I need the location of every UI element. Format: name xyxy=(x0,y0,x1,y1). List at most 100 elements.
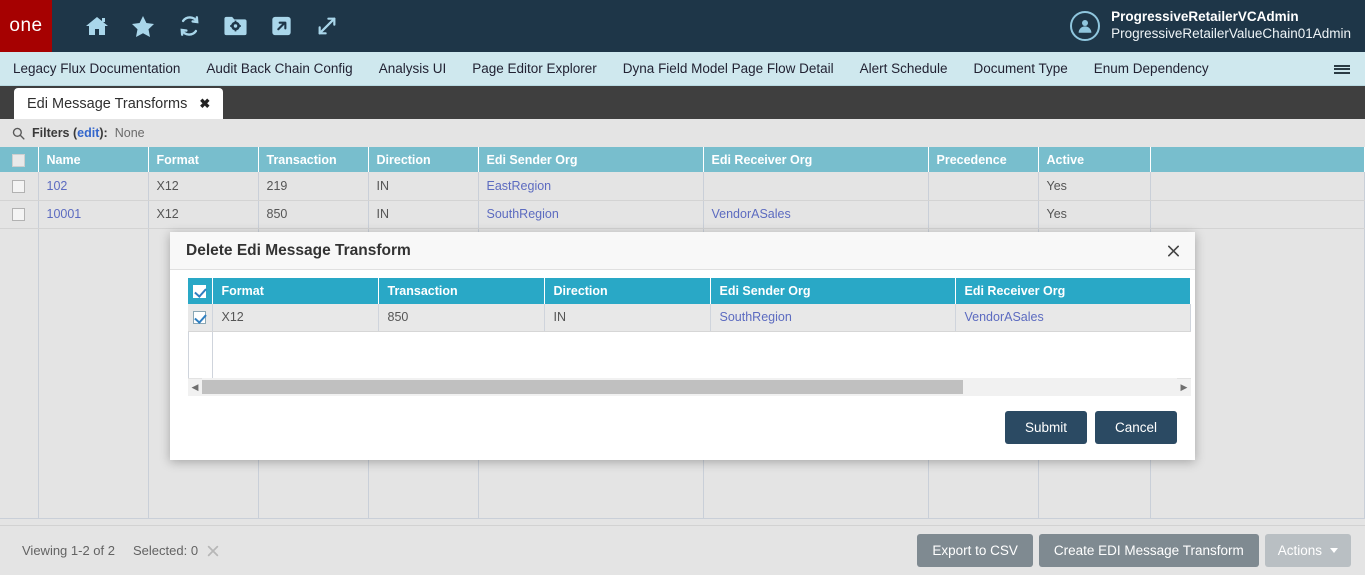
row-checkbox-cell[interactable] xyxy=(0,172,39,201)
user-primary-name: ProgressiveRetailerVCAdmin xyxy=(1111,9,1299,25)
nav-item-enum-dependency[interactable]: Enum Dependency xyxy=(1081,61,1222,76)
dialog-sender-org-link[interactable]: SouthRegion xyxy=(720,310,792,324)
folder-gear-icon[interactable] xyxy=(212,0,258,52)
table-row[interactable]: 10001 X12 850 IN SouthRegion VendorASale… xyxy=(0,200,1365,229)
tab-edi-message-transforms[interactable]: Edi Message Transforms ✖ xyxy=(14,88,224,119)
table-row[interactable]: X12 850 IN SouthRegion VendorASales xyxy=(188,304,1191,332)
nav-item-dyna-field-model-page-flow-detail[interactable]: Dyna Field Model Page Flow Detail xyxy=(610,61,847,76)
selection-status: Selected: 0 xyxy=(133,543,220,558)
hamburger-menu-icon[interactable] xyxy=(1329,52,1355,86)
filters-label-end: ): xyxy=(99,126,108,140)
dialog-row-checkbox[interactable] xyxy=(193,311,207,325)
selected-count: Selected: 0 xyxy=(133,543,199,558)
status-left: Viewing 1-2 of 2 Selected: 0 xyxy=(0,543,220,558)
dialog-receiver-org-link[interactable]: VendorASales xyxy=(965,310,1044,324)
cell-name[interactable]: 10001 xyxy=(38,200,149,229)
tab-close-icon[interactable]: ✖ xyxy=(199,96,210,112)
cell-precedence xyxy=(928,172,1039,201)
row-checkbox-cell[interactable] xyxy=(0,200,39,229)
row-checkbox[interactable] xyxy=(12,208,26,222)
expand-icon[interactable] xyxy=(304,0,350,52)
grid-rule xyxy=(188,331,189,378)
dialog-cell-edi-receiver-org[interactable]: VendorASales xyxy=(955,304,1191,332)
name-link[interactable]: 102 xyxy=(47,179,68,193)
dialog-horizontal-scrollbar[interactable]: ◀ ▶ xyxy=(188,377,1191,396)
hamburger-bar xyxy=(1334,71,1350,74)
actions-label: Actions xyxy=(1277,543,1322,558)
dialog-row-checkbox-cell[interactable] xyxy=(188,304,213,332)
empty-cell xyxy=(0,228,39,519)
grid-rule xyxy=(212,331,213,378)
nav-item-audit-back-chain-config[interactable]: Audit Back Chain Config xyxy=(193,61,365,76)
dialog-col-format[interactable]: Format xyxy=(212,278,379,304)
receiver-org-link[interactable]: VendorASales xyxy=(712,207,791,221)
grid-col-edi-receiver-org[interactable]: Edi Receiver Org xyxy=(703,147,929,172)
grid-col-active[interactable]: Active xyxy=(1038,147,1151,172)
dialog-cell-edi-sender-org[interactable]: SouthRegion xyxy=(710,304,956,332)
refresh-icon[interactable] xyxy=(166,0,212,52)
grid-col-edi-sender-org[interactable]: Edi Sender Org xyxy=(478,147,704,172)
dialog-cell-format: X12 xyxy=(212,304,379,332)
grid-col-name[interactable]: Name xyxy=(38,147,149,172)
grid-header-row: Name Format Transaction Direction Edi Se… xyxy=(0,147,1365,172)
one-logo[interactable]: one xyxy=(0,0,52,52)
grid-col-direction[interactable]: Direction xyxy=(368,147,479,172)
cell-edi-receiver-org[interactable]: VendorASales xyxy=(703,200,929,229)
table-row[interactable]: 102 X12 219 IN EastRegion Yes xyxy=(0,172,1365,201)
scroll-right-icon[interactable]: ▶ xyxy=(1177,378,1191,396)
star-icon[interactable] xyxy=(120,0,166,52)
dialog-col-edi-sender-org[interactable]: Edi Sender Org xyxy=(710,278,956,304)
dialog-select-all-header[interactable] xyxy=(188,278,213,304)
empty-cell xyxy=(38,228,149,519)
dialog-col-direction[interactable]: Direction xyxy=(544,278,711,304)
dialog-title: Delete Edi Message Transform xyxy=(186,241,411,259)
dialog-col-transaction[interactable]: Transaction xyxy=(378,278,545,304)
name-link[interactable]: 10001 xyxy=(47,207,82,221)
nav-item-document-type[interactable]: Document Type xyxy=(960,61,1080,76)
clear-selection-icon[interactable] xyxy=(206,544,220,558)
actions-dropdown-button[interactable]: Actions xyxy=(1264,534,1351,567)
dialog-cell-direction: IN xyxy=(544,304,711,332)
scrollbar-track[interactable] xyxy=(202,378,1177,396)
grid-select-all-header[interactable] xyxy=(0,147,39,172)
filters-label: Filters ( xyxy=(32,126,78,140)
cancel-button[interactable]: Cancel xyxy=(1094,411,1177,444)
scrollbar-thumb[interactable] xyxy=(202,380,963,394)
hamburger-bar xyxy=(1334,64,1350,67)
status-actions: Export to CSV Create EDI Message Transfo… xyxy=(917,534,1351,567)
hamburger-bar xyxy=(1334,68,1350,70)
filters-value: None xyxy=(114,126,145,140)
nav-item-alert-schedule[interactable]: Alert Schedule xyxy=(847,61,961,76)
cell-format: X12 xyxy=(148,200,259,229)
tab-label: Edi Message Transforms xyxy=(27,95,188,112)
cell-name[interactable]: 102 xyxy=(38,172,149,201)
grid-col-precedence[interactable]: Precedence xyxy=(928,147,1039,172)
nav-item-legacy-flux-documentation[interactable]: Legacy Flux Documentation xyxy=(0,61,193,76)
close-icon[interactable] xyxy=(1166,243,1181,258)
dialog-select-all-checkbox[interactable] xyxy=(193,285,207,299)
sender-org-link[interactable]: EastRegion xyxy=(487,179,552,193)
application-window: one ProgressiveRetailerVCAdmin Progressi… xyxy=(0,0,1365,575)
user-account[interactable]: ProgressiveRetailerVCAdmin ProgressiveRe… xyxy=(1070,0,1351,52)
nav-item-analysis-ui[interactable]: Analysis UI xyxy=(366,61,460,76)
cell-edi-receiver-org[interactable] xyxy=(703,172,929,201)
create-edi-message-transform-button[interactable]: Create EDI Message Transform xyxy=(1038,534,1259,567)
row-checkbox[interactable] xyxy=(12,179,26,193)
sender-org-link[interactable]: SouthRegion xyxy=(487,207,559,221)
filter-bar: Filters ( edit ): None xyxy=(0,119,1365,147)
nav-item-page-editor-explorer[interactable]: Page Editor Explorer xyxy=(459,61,610,76)
select-all-checkbox[interactable] xyxy=(12,153,26,167)
scroll-left-icon[interactable]: ◀ xyxy=(188,378,202,396)
open-external-icon[interactable] xyxy=(258,0,304,52)
dialog-col-edi-receiver-org[interactable]: Edi Receiver Org xyxy=(955,278,1191,304)
submit-button[interactable]: Submit xyxy=(1004,411,1087,444)
home-icon[interactable] xyxy=(74,0,120,52)
cell-edi-sender-org[interactable]: EastRegion xyxy=(478,172,704,201)
cell-direction: IN xyxy=(368,172,479,201)
filters-edit-link[interactable]: edit xyxy=(77,126,99,140)
export-to-csv-button[interactable]: Export to CSV xyxy=(917,534,1033,567)
cell-edi-sender-org[interactable]: SouthRegion xyxy=(478,200,704,229)
grid-col-format[interactable]: Format xyxy=(148,147,259,172)
cell-transaction: 219 xyxy=(258,172,369,201)
grid-col-transaction[interactable]: Transaction xyxy=(258,147,369,172)
